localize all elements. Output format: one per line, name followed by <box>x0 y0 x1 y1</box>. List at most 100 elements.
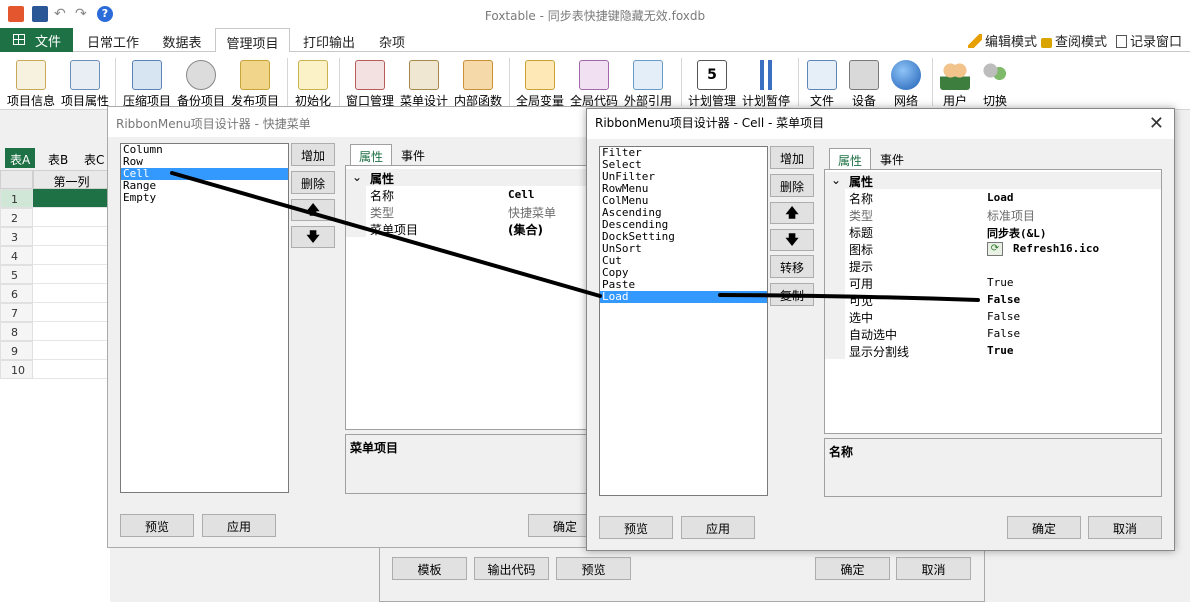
row-number[interactable]: 5 <box>0 265 33 284</box>
tab-tables[interactable]: 数据表 <box>154 28 210 52</box>
property-row-tooltip[interactable]: 提示 <box>825 257 1161 274</box>
grid-cell[interactable] <box>33 303 110 322</box>
list-item[interactable]: UnSort <box>600 243 767 255</box>
quick-preview-button[interactable]: 预览 <box>120 514 194 537</box>
grid-cell[interactable] <box>33 189 110 208</box>
sheet-tab-a[interactable]: 表A <box>5 148 36 168</box>
ribbon-global-code-button[interactable]: 全局代码 <box>568 60 620 109</box>
template-button[interactable]: 模板 <box>392 557 467 580</box>
ribbon-project-props-button[interactable]: 项目属性 <box>59 60 111 109</box>
grid-cell[interactable] <box>33 322 110 341</box>
cell-preview-button[interactable]: 预览 <box>599 516 673 539</box>
ribbon-device-button[interactable]: 设备 <box>846 60 882 109</box>
ribbon-label: 网络 <box>893 94 918 108</box>
tab-properties[interactable]: 属性 <box>829 148 872 169</box>
back-cancel-button[interactable]: 取消 <box>896 557 971 580</box>
row-number[interactable]: 10 <box>0 360 33 379</box>
grid-cell[interactable] <box>33 208 110 227</box>
row-number[interactable]: 1 <box>0 189 33 208</box>
row-number[interactable]: 4 <box>0 246 33 265</box>
property-category[interactable]: ⌄ 属性 <box>825 172 1161 189</box>
ribbon-internal-func-button[interactable]: 内部函数 <box>452 60 504 109</box>
grid-cell[interactable] <box>33 284 110 303</box>
back-ok-button[interactable]: 确定 <box>815 557 890 580</box>
property-row-checked[interactable]: 选中 False <box>825 308 1161 325</box>
property-row-icon[interactable]: 图标 ⟳ Refresh16.ico <box>825 240 1161 257</box>
grid-cell[interactable] <box>33 246 110 265</box>
grid-cell[interactable] <box>33 341 110 360</box>
cell-add-button[interactable]: 增加 <box>770 146 814 169</box>
ribbon-backup-button[interactable]: 备份项目 <box>175 60 227 109</box>
ribbon-external-ref-button[interactable]: 外部引用 <box>622 60 674 109</box>
ribbon-schedule-button[interactable]: 5 计划管理 <box>686 60 738 109</box>
cell-delete-button[interactable]: 删除 <box>770 174 814 197</box>
close-icon[interactable]: ✕ <box>1149 113 1164 134</box>
tab-events[interactable]: 事件 <box>872 148 912 169</box>
quick-move-up-button[interactable]: 🡅 <box>291 199 335 221</box>
tab-manage[interactable]: 管理项目 <box>215 28 290 53</box>
property-row-caption[interactable]: 标题 同步表(&L) <box>825 223 1161 240</box>
ribbon-global-var-button[interactable]: 全局变量 <box>514 60 566 109</box>
log-window-button[interactable]: 记录窗口 <box>1116 31 1182 50</box>
row-number[interactable]: 3 <box>0 227 33 246</box>
edit-mode-button[interactable]: 编辑模式 <box>968 31 1037 50</box>
tab-misc[interactable]: 杂项 <box>368 28 416 52</box>
quick-add-button[interactable]: 增加 <box>291 143 335 166</box>
quick-delete-button[interactable]: 删除 <box>291 171 335 194</box>
grid-cell[interactable] <box>33 360 110 379</box>
list-item[interactable]: Empty <box>121 192 288 204</box>
tab-properties[interactable]: 属性 <box>350 144 393 165</box>
cell-menu-item-list[interactable]: Filter Select UnFilter RowMenu ColMenu A… <box>599 146 768 496</box>
row-number[interactable]: 7 <box>0 303 33 322</box>
sheet-tab-b[interactable]: 表B <box>43 148 73 168</box>
cell-property-grid[interactable]: ⌄ 属性 名称 Load 类型 标准项目 标题 同步表(&L) 图标 ⟳ Refresh… <box>824 169 1162 434</box>
list-item[interactable]: Column <box>121 144 288 156</box>
ribbon-compress-button[interactable]: 压缩项目 <box>121 60 173 109</box>
sheet-tab-c[interactable]: 表C <box>79 148 109 168</box>
column-header[interactable]: 第一列 <box>33 170 110 189</box>
cell-cancel-button[interactable]: 取消 <box>1088 516 1162 539</box>
quick-apply-button[interactable]: 应用 <box>202 514 276 537</box>
data-grid[interactable]: 第一列 1 2 3 4 5 6 7 8 9 10 <box>0 170 110 602</box>
property-row-name[interactable]: 名称 Load <box>825 189 1161 206</box>
ribbon-switch-button[interactable]: 切换 <box>977 60 1013 109</box>
ribbon-schedule-pause-button[interactable]: 计划暂停 <box>740 60 792 109</box>
cell-transfer-button[interactable]: 转移 <box>770 255 814 278</box>
row-number[interactable]: 2 <box>0 208 33 227</box>
property-row-separator[interactable]: 显示分割线 True <box>825 342 1161 359</box>
view-mode-button[interactable]: 查阅模式 <box>1041 31 1107 50</box>
cell-copy-button[interactable]: 复制 <box>770 283 814 306</box>
cell-move-up-button[interactable]: 🡅 <box>770 202 814 224</box>
ribbon-publish-button[interactable]: 发布项目 <box>229 60 281 109</box>
list-item-selected[interactable]: Load <box>600 291 767 303</box>
ribbon-user-button[interactable]: 用户 <box>937 60 973 109</box>
ribbon-network-button[interactable]: 网络 <box>888 60 924 109</box>
ribbon-init-button[interactable]: 初始化 <box>291 60 335 109</box>
ribbon-project-info-button[interactable]: 项目信息 <box>5 60 57 109</box>
export-code-button[interactable]: 输出代码 <box>474 557 549 580</box>
grid-cell[interactable] <box>33 227 110 246</box>
row-number[interactable]: 9 <box>0 341 33 360</box>
ribbon-file-button[interactable]: 文件 <box>804 60 840 109</box>
back-preview-button[interactable]: 预览 <box>556 557 631 580</box>
tab-print[interactable]: 打印输出 <box>296 28 362 52</box>
grid-cell[interactable] <box>33 265 110 284</box>
cell-ok-button[interactable]: 确定 <box>1007 516 1081 539</box>
row-number[interactable]: 6 <box>0 284 33 303</box>
property-row-enabled[interactable]: 可用 True <box>825 274 1161 291</box>
row-number[interactable]: 8 <box>0 322 33 341</box>
chevron-down-icon[interactable]: ⌄ <box>831 173 841 187</box>
cell-apply-button[interactable]: 应用 <box>681 516 755 539</box>
tab-daily[interactable]: 日常工作 <box>80 28 146 52</box>
property-row-auto-check[interactable]: 自动选中 False <box>825 325 1161 342</box>
ribbon-menu-design-button[interactable]: 菜单设计 <box>398 60 450 109</box>
chevron-down-icon[interactable]: ⌄ <box>352 170 362 184</box>
quick-move-down-button[interactable]: 🡇 <box>291 226 335 248</box>
ribbon-window-manage-button[interactable]: 窗口管理 <box>344 60 396 109</box>
quick-menu-list[interactable]: Column Row Cell Range Empty <box>120 143 289 493</box>
cell-move-down-button[interactable]: 🡇 <box>770 229 814 251</box>
tab-file[interactable]: 文件 <box>0 28 73 52</box>
property-row-visible[interactable]: 可见 False <box>825 291 1161 308</box>
tab-events[interactable]: 事件 <box>393 144 433 165</box>
property-row-type[interactable]: 类型 标准项目 <box>825 206 1161 223</box>
